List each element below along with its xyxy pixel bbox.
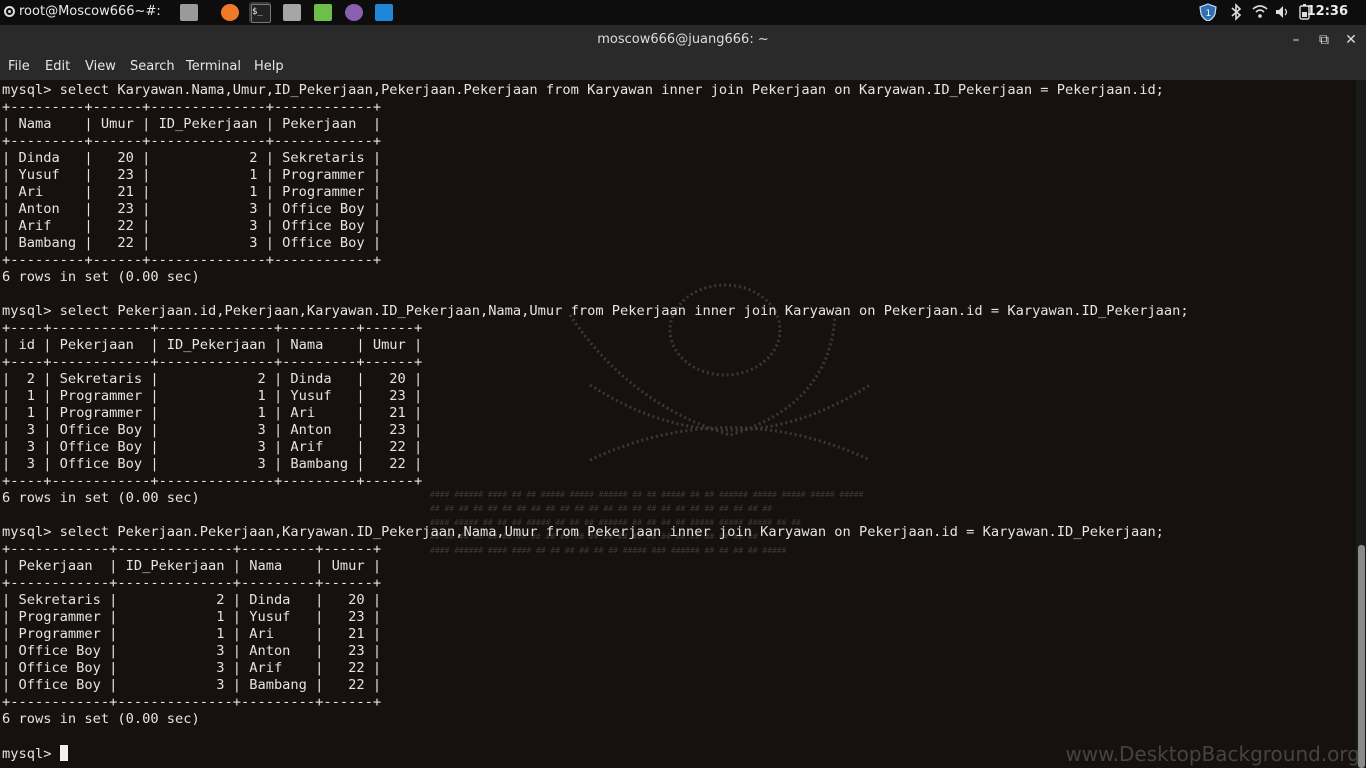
- terminal-line: 6 rows in set (0.00 sec): [2, 711, 200, 727]
- terminal-line: | Bambang | 22 | 3 | Office Boy |: [2, 235, 382, 251]
- terminal-line: | 3 | Office Boy | 3 | Anton | 23 |: [2, 422, 423, 438]
- shield-icon[interactable]: 1: [1198, 3, 1218, 21]
- terminal-line: | Pekerjaan | ID_Pekerjaan | Nama | Umur…: [2, 558, 382, 574]
- maximize-button[interactable]: ⧉: [1314, 30, 1334, 50]
- terminal-line: | Anton | 23 | 3 | Office Boy |: [2, 201, 382, 217]
- svg-text:1: 1: [1206, 9, 1212, 19]
- terminal-line: +---------+------+--------------+-------…: [2, 99, 382, 115]
- bluetooth-icon[interactable]: [1229, 3, 1243, 21]
- window-title: moscow666@juang666: ~: [597, 32, 769, 47]
- terminal-line: +----+------------+--------------+------…: [2, 320, 423, 336]
- close-button[interactable]: ✕: [1341, 30, 1361, 50]
- terminal-line: | 3 | Office Boy | 3 | Arif | 22 |: [2, 439, 423, 455]
- terminal-line: +---------+------+--------------+-------…: [2, 133, 382, 149]
- folder-icon[interactable]: [281, 2, 303, 23]
- terminal-line: | 1 | Programmer | 1 | Ari | 21 |: [2, 405, 423, 421]
- minimize-button[interactable]: –: [1286, 30, 1306, 50]
- svg-text:## ## ## ## ## ## ## #: ## ## ## ## ## ## ## ## ## ## ## ## ## #…: [430, 504, 772, 513]
- active-window-label: root@Moscow666~#:: [19, 4, 161, 19]
- terminal-line: +------------+--------------+---------+-…: [2, 541, 382, 557]
- scrollbar-thumb[interactable]: [1358, 545, 1365, 768]
- terminal-line: | Yusuf | 23 | 1 | Programmer |: [2, 167, 382, 183]
- prompt-line[interactable]: mysql>: [2, 745, 68, 763]
- menu-file[interactable]: File: [8, 59, 30, 74]
- terminal-line: | Dinda | 20 | 2 | Sekretaris |: [2, 150, 382, 166]
- volume-icon[interactable]: [1275, 3, 1289, 21]
- menu-search[interactable]: Search: [130, 59, 175, 74]
- terminal-scrollbar[interactable]: [1356, 80, 1366, 768]
- terminal-output[interactable]: #### ###### #### ## ## ##### ##### #####…: [0, 80, 1356, 768]
- terminal-line: | Programmer | 1 | Ari | 21 |: [2, 626, 382, 642]
- terminal-line: +------------+--------------+---------+-…: [2, 575, 382, 591]
- prompt-text: mysql>: [2, 746, 60, 762]
- menu-help[interactable]: Help: [254, 59, 284, 74]
- screenshot-icon[interactable]: [343, 2, 365, 23]
- top-panel: root@Moscow666~#: $_ 1 12:36: [0, 0, 1366, 25]
- terminal-line: | 2 | Sekretaris | 2 | Dinda | 20 |: [2, 371, 423, 387]
- text-cursor: [59, 745, 68, 761]
- watermark-text: www.DesktopBackground.org: [1065, 742, 1360, 766]
- svg-text:#### ###### #### ## ## #####: #### ###### #### ## ## ##### ##### #####…: [430, 490, 864, 499]
- menu-edit[interactable]: Edit: [45, 59, 70, 74]
- terminal-line: mysql> select Pekerjaan.id,Pekerjaan,Kar…: [2, 303, 1189, 319]
- wifi-icon[interactable]: [1252, 3, 1268, 21]
- terminal-icon[interactable]: $_: [249, 2, 271, 23]
- svg-text:#### ###### #### #### ## #: #### ###### #### #### ## ## ## ## ## ## …: [430, 546, 787, 555]
- terminal-line: | Office Boy | 3 | Arif | 22 |: [2, 660, 382, 676]
- menubar: File Edit View Search Terminal Help: [0, 55, 1366, 80]
- app-menu-icon: [4, 6, 15, 17]
- calculator-icon[interactable]: [312, 2, 334, 23]
- firefox-icon[interactable]: [219, 2, 241, 23]
- terminal-line: | Ari | 21 | 1 | Programmer |: [2, 184, 382, 200]
- terminal-line: | 3 | Office Boy | 3 | Bambang | 22 |: [2, 456, 423, 472]
- terminal-line: mysql> select Pekerjaan.Pekerjaan,Karyaw…: [2, 524, 1164, 540]
- clock[interactable]: 12:36: [1307, 4, 1348, 19]
- terminal-line: | Arif | 22 | 3 | Office Boy |: [2, 218, 382, 234]
- terminal-line: +----+------------+--------------+------…: [2, 354, 423, 370]
- terminal-line: 6 rows in set (0.00 sec): [2, 490, 200, 506]
- terminal-line: | Sekretaris | 2 | Dinda | 20 |: [2, 592, 382, 608]
- terminal-line: +----+------------+--------------+------…: [2, 473, 423, 489]
- vscode-icon[interactable]: [373, 2, 395, 23]
- terminal-line: | 1 | Programmer | 1 | Yusuf | 23 |: [2, 388, 423, 404]
- terminal-line: 6 rows in set (0.00 sec): [2, 269, 200, 285]
- menu-view[interactable]: View: [85, 59, 116, 74]
- active-window-title[interactable]: root@Moscow666~#:: [4, 4, 161, 19]
- terminal-line: | Office Boy | 3 | Anton | 23 |: [2, 643, 382, 659]
- terminal-line: | id | Pekerjaan | ID_Pekerjaan | Nama |…: [2, 337, 423, 353]
- terminal-line: | Office Boy | 3 | Bambang | 22 |: [2, 677, 382, 693]
- terminal-line: +------------+--------------+---------+-…: [2, 694, 382, 710]
- terminal-line: +---------+------+--------------+-------…: [2, 252, 382, 268]
- terminal-line: | Programmer | 1 | Yusuf | 23 |: [2, 609, 382, 625]
- window-titlebar[interactable]: moscow666@juang666: ~ – ⧉ ✕: [0, 25, 1366, 55]
- terminal-line: | Nama | Umur | ID_Pekerjaan | Pekerjaan…: [2, 116, 382, 132]
- terminal-line: mysql> select Karyawan.Nama,Umur,ID_Peke…: [2, 82, 1164, 98]
- menu-terminal[interactable]: Terminal: [186, 59, 241, 74]
- files-window-icon[interactable]: [178, 2, 200, 23]
